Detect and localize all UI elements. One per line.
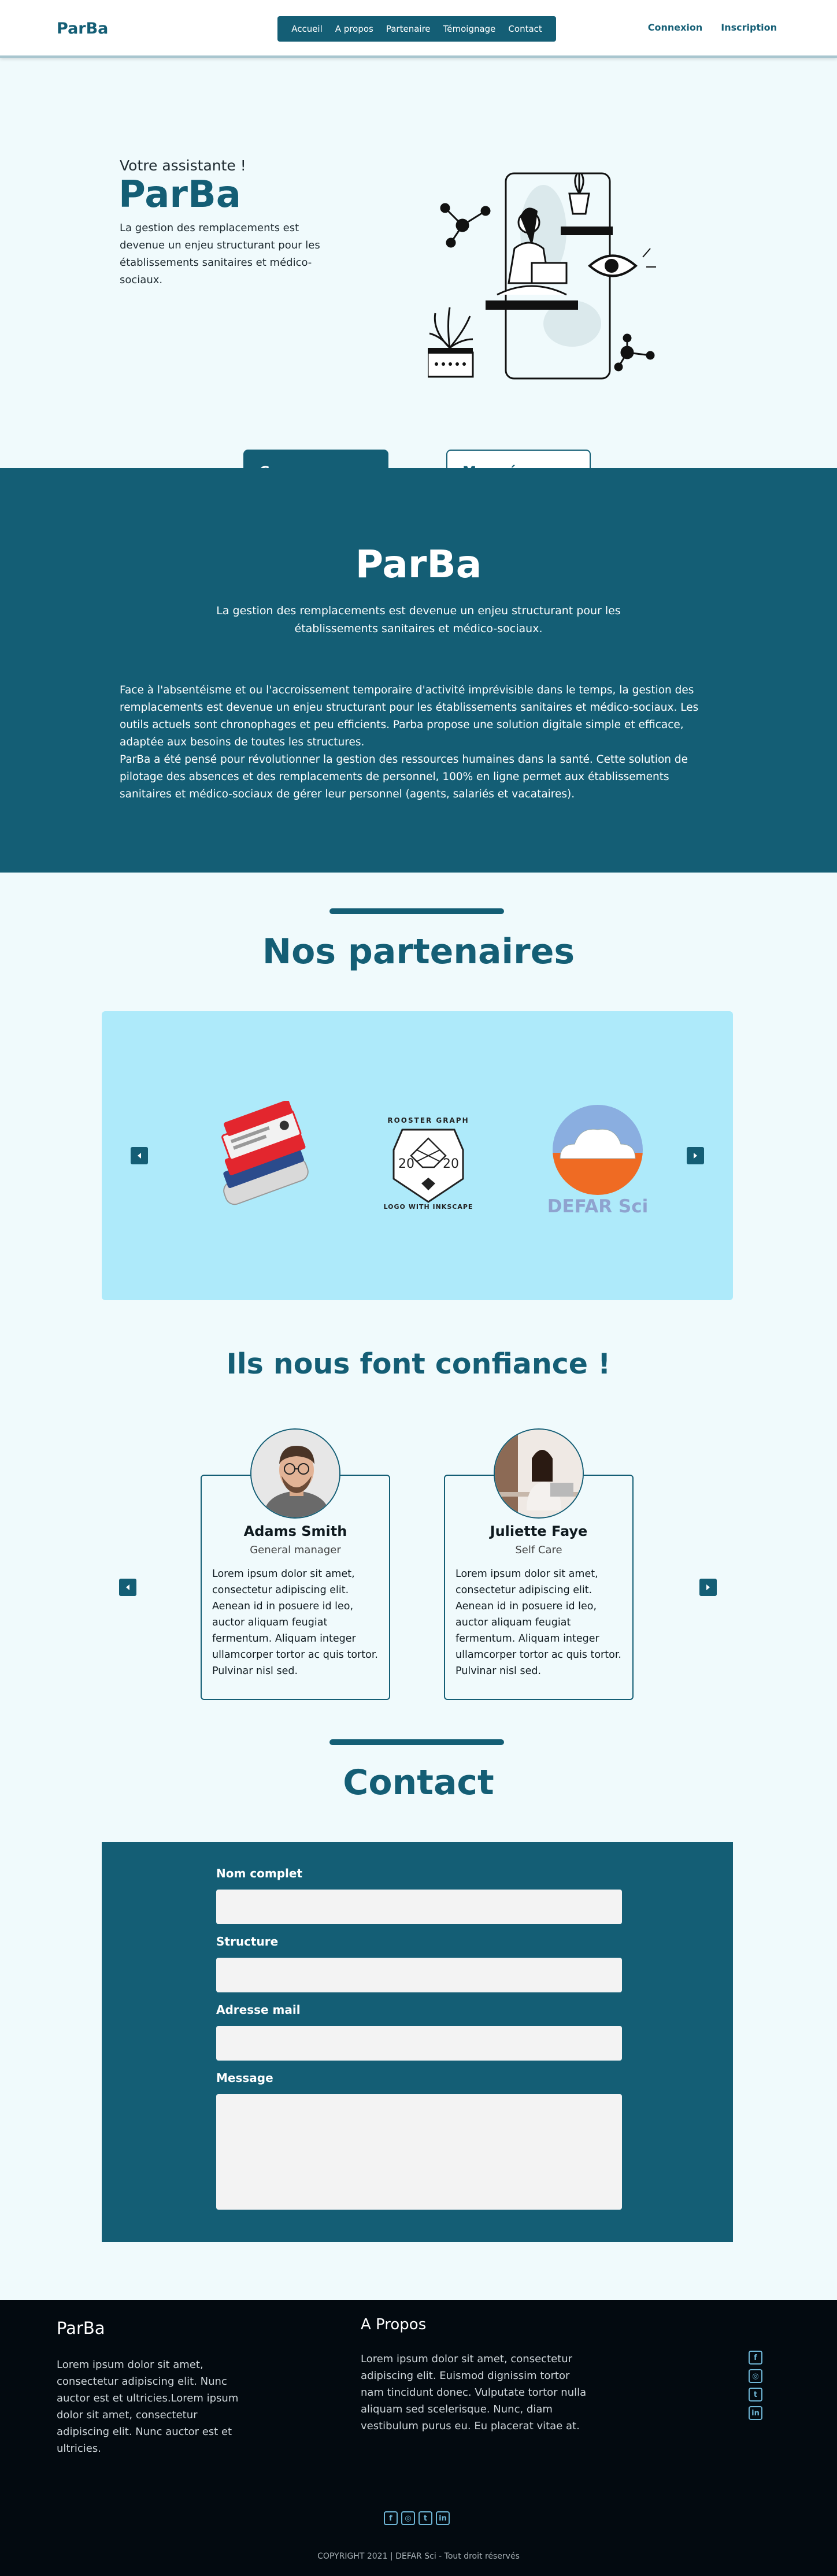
about-body: Face à l'absentéisme et ou l'accroisseme… [120, 682, 721, 803]
footer-brand-text: Lorem ipsum dolor sit amet, consectetur … [57, 2359, 239, 2455]
avatar-woman-image [495, 1430, 583, 1517]
testimonial-text: Lorem ipsum dolor sit amet, consectetur … [212, 1568, 378, 1677]
partners-next-button[interactable] [687, 1147, 704, 1164]
nav-item-accueil[interactable]: Accueil [291, 24, 323, 34]
avatar [494, 1428, 584, 1519]
signup-link[interactable]: Inscription [721, 22, 777, 33]
name-label: Nom complet [216, 1866, 303, 1880]
nav-item-a-propos[interactable]: A propos [335, 24, 373, 34]
nav-item-contact[interactable]: Contact [508, 24, 542, 34]
testimonial-role: General manager [250, 1544, 341, 1556]
defar-logo-text: DEFAR Sci [547, 1196, 649, 1217]
facebook-icon[interactable]: f [749, 2351, 762, 2365]
twitter-icon[interactable]: t [418, 2511, 432, 2525]
top-navbar: ParBa Accueil A propos Partenaire Témoig… [0, 0, 837, 58]
nav-item-partenaire[interactable]: Partenaire [386, 24, 431, 34]
social-links-vertical: f ◎ t in [749, 2351, 762, 2420]
structure-label: Structure [216, 1935, 279, 1948]
testimonial-name: Adams Smith [243, 1523, 347, 1539]
arrow-right-icon [706, 1584, 710, 1590]
about-section: ParBa La gestion des remplacements est d… [0, 468, 837, 873]
avatar-man-image [251, 1430, 339, 1517]
partners-carousel: ROOSTER GRAPH 20 20 LOGO WITH INKSCAPE D… [102, 1011, 733, 1300]
nav-item-temoignage[interactable]: Témoignage [443, 24, 496, 34]
hero-illustration [428, 172, 656, 380]
about-paragraph-1: Face à l'absentéisme et ou l'accroisseme… [120, 684, 699, 748]
email-label: Adresse mail [216, 2003, 301, 2017]
login-link[interactable]: Connexion [648, 22, 703, 33]
facebook-icon[interactable]: f [384, 2511, 398, 2525]
hero-section: Votre assistante ! ParBa La gestion des … [0, 58, 837, 493]
footer: ParBa Lorem ipsum dolor sit amet, consec… [0, 2300, 837, 2576]
testimonial-name: Juliette Faye [490, 1523, 588, 1539]
social-links-horizontal: f ◎ t in [384, 2511, 450, 2525]
structure-field[interactable] [216, 1958, 622, 1992]
footer-brand: ParBa [57, 2318, 105, 2338]
hero-kicker: Votre assistante ! [120, 157, 246, 174]
nav-menu: Accueil A propos Partenaire Témoignage C… [277, 16, 556, 42]
footer-about-text: Lorem ipsum dolor sit amet, consectetur … [361, 2353, 587, 2432]
about-subtitle: La gestion des remplacements est devenue… [216, 604, 621, 635]
instagram-icon[interactable]: ◎ [401, 2511, 415, 2525]
linkedin-icon[interactable]: in [749, 2406, 762, 2420]
arrow-right-icon [694, 1153, 697, 1159]
arrow-left-icon [138, 1153, 141, 1159]
partners-divider [329, 908, 504, 914]
message-label: Message [216, 2071, 273, 2085]
about-title: ParBa [355, 542, 482, 587]
partner-logo-rooster: ROOSTER GRAPH 20 20 LOGO WITH INKSCAPE [371, 1104, 486, 1219]
contact-title: Contact [343, 1762, 494, 1803]
linkedin-icon[interactable]: in [436, 2511, 450, 2525]
testimonials-next-button[interactable] [699, 1579, 717, 1596]
instagram-icon[interactable]: ◎ [749, 2369, 762, 2383]
rooster-bottom-text: LOGO WITH INKSCAPE [383, 1203, 473, 1211]
testimonial-role: Self Care [515, 1544, 562, 1556]
partners-prev-button[interactable] [131, 1147, 148, 1164]
rooster-right-year: 20 [443, 1157, 459, 1171]
twitter-icon[interactable]: t [749, 2388, 762, 2401]
avatar [250, 1428, 340, 1519]
footer-about-title: A Propos [361, 2316, 427, 2333]
message-field[interactable] [216, 2094, 622, 2210]
arrow-left-icon [126, 1584, 129, 1590]
partners-title: Nos partenaires [262, 931, 575, 972]
name-field[interactable] [216, 1890, 622, 1924]
about-paragraph-2: ParBa a été pensé pour révolutionner la … [120, 754, 688, 800]
partner-logo-phones [221, 1101, 309, 1205]
partner-logo-defar-mark [553, 1105, 643, 1195]
email-field[interactable] [216, 2026, 622, 2061]
testimonial-text: Lorem ipsum dolor sit amet, consectetur … [455, 1568, 621, 1677]
contact-form: Nom complet Structure Adresse mail Messa… [102, 1842, 733, 2242]
hero-title: ParBa [118, 173, 241, 216]
rooster-left-year: 20 [398, 1157, 414, 1171]
hero-description: La gestion des remplacements est devenue… [120, 222, 320, 286]
testimonials-title: Ils nous font confiance ! [226, 1348, 611, 1380]
rooster-top-text: ROOSTER GRAPH [387, 1116, 469, 1124]
nav-logo[interactable]: ParBa [57, 20, 108, 38]
copyright: COPYRIGHT 2021 | DEFAR Sci - Tout droit … [317, 2552, 520, 2561]
auth-links: Connexion Inscription [648, 22, 777, 33]
testimonials-prev-button[interactable] [119, 1579, 136, 1596]
contact-divider [329, 1739, 504, 1745]
